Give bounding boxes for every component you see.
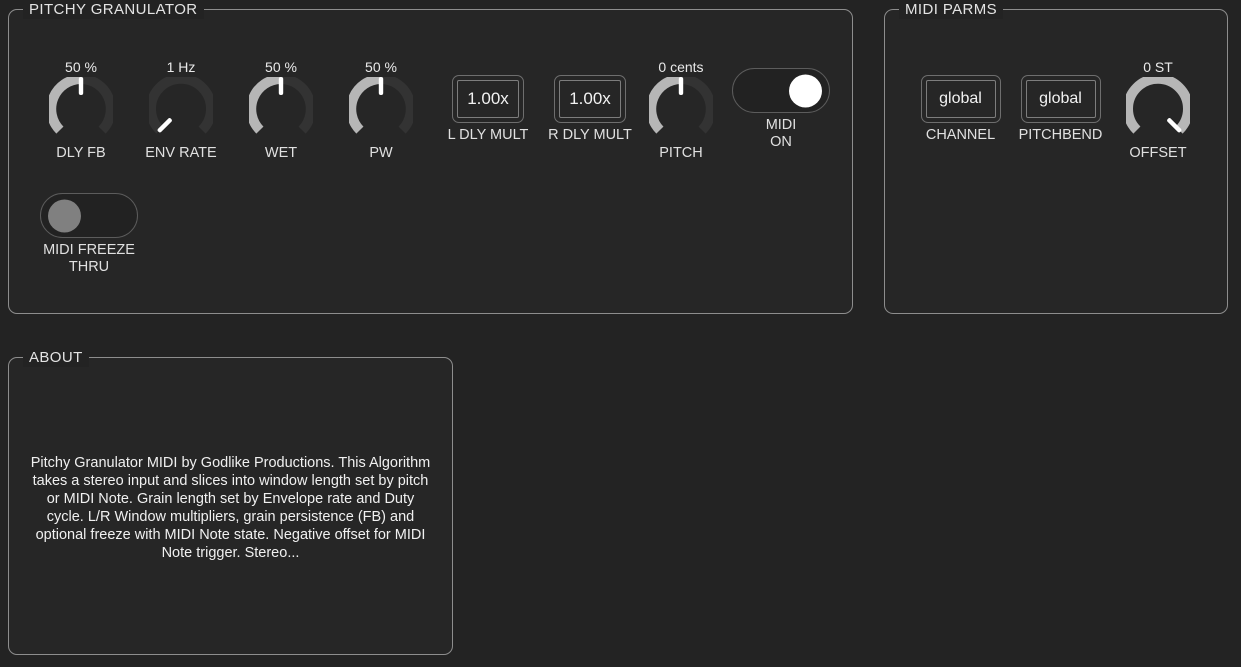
caption-midi-channel: CHANNEL bbox=[925, 127, 996, 143]
value-env-rate: 1 Hz bbox=[166, 59, 196, 75]
caption-midi-offset: OFFSET bbox=[1129, 145, 1187, 161]
knob-dly-fb[interactable] bbox=[49, 77, 113, 141]
caption-wet: WET bbox=[264, 145, 298, 161]
value-pw: 50 % bbox=[365, 59, 397, 75]
panel-about: ABOUT Pitchy Granulator MIDI by Godlike … bbox=[8, 348, 453, 655]
field-value-r-dly-mult[interactable]: 1.00x bbox=[559, 80, 621, 118]
control-l-dly-mult[interactable]: 1.00x L DLY MULT bbox=[433, 75, 543, 144]
caption-midi-on: MIDI ON bbox=[765, 117, 797, 150]
panel-title-pitchy-granulator: PITCHY GRANULATOR bbox=[23, 0, 204, 19]
knob-midi-offset[interactable] bbox=[1126, 77, 1190, 141]
value-dly-fb: 50 % bbox=[65, 59, 97, 75]
caption-dly-fb: DLY FB bbox=[56, 145, 106, 161]
panel-title-midi-parms: MIDI PARMS bbox=[899, 0, 1004, 19]
control-midi-offset[interactable]: 0 ST OFFSET bbox=[1103, 59, 1213, 162]
knob-env-rate[interactable] bbox=[149, 77, 213, 141]
panel-pitchy-granulator: PITCHY GRANULATOR 50 % DLY FB 1 Hz ENV R… bbox=[8, 0, 853, 314]
toggle-midi-on[interactable] bbox=[732, 68, 830, 113]
panel-title-about: ABOUT bbox=[23, 348, 89, 367]
field-midi-pitchbend[interactable]: global bbox=[1020, 75, 1101, 123]
knob-pw[interactable] bbox=[349, 77, 413, 141]
field-value-midi-pitchbend[interactable]: global bbox=[1025, 80, 1096, 118]
control-midi-freeze-thru[interactable]: MIDI FREEZE THRU bbox=[26, 193, 152, 276]
control-midi-on[interactable]: MIDI ON bbox=[726, 68, 836, 151]
caption-env-rate: ENV RATE bbox=[145, 145, 217, 161]
field-r-dly-mult[interactable]: 1.00x bbox=[554, 75, 626, 123]
caption-pitch: PITCH bbox=[659, 145, 703, 161]
caption-pw: PW bbox=[369, 145, 393, 161]
knob-pitch[interactable] bbox=[649, 77, 713, 141]
value-pitch: 0 cents bbox=[658, 59, 704, 75]
caption-midi-pitchbend: PITCHBEND bbox=[1018, 127, 1103, 143]
field-midi-channel[interactable]: global bbox=[920, 75, 1001, 123]
toggle-thumb-midi-freeze-thru bbox=[48, 199, 81, 232]
control-pitch[interactable]: 0 cents PITCH bbox=[626, 59, 736, 162]
caption-r-dly-mult: R DLY MULT bbox=[548, 127, 632, 143]
control-env-rate[interactable]: 1 Hz ENV RATE bbox=[126, 59, 236, 162]
toggle-midi-freeze-thru[interactable] bbox=[40, 193, 138, 238]
knob-wet[interactable] bbox=[249, 77, 313, 141]
value-midi-offset: 0 ST bbox=[1143, 59, 1173, 75]
caption-midi-freeze-thru: MIDI FREEZE THRU bbox=[43, 242, 135, 275]
value-wet: 50 % bbox=[265, 59, 297, 75]
about-description-text: Pitchy Granulator MIDI by Godlike Produc… bbox=[30, 455, 431, 561]
caption-l-dly-mult: L DLY MULT bbox=[447, 127, 529, 143]
field-value-midi-channel[interactable]: global bbox=[925, 80, 996, 118]
control-dly-fb[interactable]: 50 % DLY FB bbox=[26, 59, 136, 162]
field-l-dly-mult[interactable]: 1.00x bbox=[452, 75, 524, 123]
panel-midi-parms: MIDI PARMS global CHANNEL global PITCHBE… bbox=[884, 0, 1228, 314]
field-value-l-dly-mult[interactable]: 1.00x bbox=[457, 80, 519, 118]
control-wet[interactable]: 50 % WET bbox=[226, 59, 336, 162]
toggle-thumb-midi-on bbox=[789, 74, 822, 107]
control-pw[interactable]: 50 % PW bbox=[326, 59, 436, 162]
